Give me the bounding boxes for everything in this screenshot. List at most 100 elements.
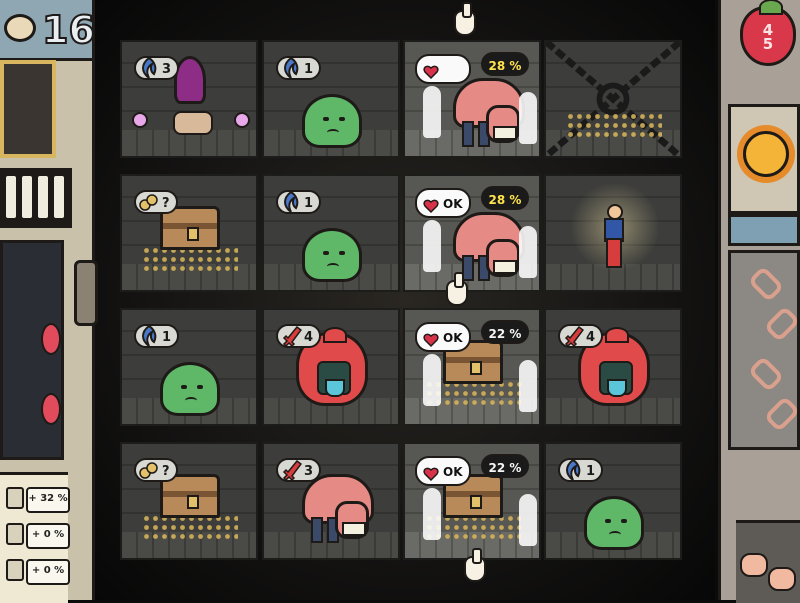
strawberry-health-icon: 4 5 (740, 0, 796, 66)
stat-value: + 0 % (26, 559, 70, 585)
chain-link-icon (747, 355, 785, 393)
side-tab[interactable] (74, 260, 98, 326)
grid-cell-chest[interactable]: ? (120, 174, 258, 292)
health-status: OK (443, 465, 463, 479)
badge-value: 4 (304, 330, 314, 345)
grid-cell-chest[interactable]: OK 22 % (403, 442, 541, 560)
slime-eye (323, 117, 329, 121)
hero-character (604, 204, 624, 268)
slime-mouth (327, 263, 339, 270)
grid-cell-chained[interactable] (544, 40, 682, 158)
teeth-decoration (0, 168, 72, 228)
slime-eye (339, 117, 345, 121)
slime-monster (160, 362, 220, 416)
hero-legs (606, 238, 622, 268)
spirit-glow (423, 86, 441, 138)
slime-monster (302, 94, 362, 148)
grid-cell-slime[interactable]: 1 (262, 174, 400, 292)
tooth-icon (36, 174, 50, 220)
chest-lock (470, 495, 482, 509)
health-status: OK (443, 331, 463, 345)
sun-icon (743, 131, 789, 177)
dog-monster (302, 474, 374, 543)
heart-icon (423, 330, 439, 348)
grid-cell-slime[interactable]: 1 (262, 40, 400, 158)
red-eye-icon (41, 323, 61, 355)
pointer-hand-icon (464, 548, 486, 582)
stat-badge: 4 (276, 324, 322, 348)
grid-cell-chest[interactable]: ? (120, 442, 258, 560)
dog-monster (453, 212, 525, 281)
grid-cell-tomato[interactable]: 4 (262, 308, 400, 426)
chest-lock (187, 495, 199, 509)
success-chance: 22 % (481, 320, 529, 344)
coins-icon (138, 190, 160, 214)
grid-cell-dog[interactable]: 3 (262, 442, 400, 560)
pointer-hand-icon (454, 2, 476, 36)
success-chance: 22 % (481, 454, 529, 478)
spirit-glow (519, 494, 537, 546)
side-monster-portrait (0, 240, 64, 460)
feet-decoration (736, 520, 800, 603)
gold-pile (142, 514, 238, 542)
coins-icon (138, 458, 160, 482)
chain-link-icon (747, 265, 785, 303)
stat-badge: ? (134, 190, 178, 214)
grid-cell-slime[interactable]: 1 (120, 308, 258, 426)
stat-value: + 0 % (26, 523, 70, 549)
health-max: 5 (762, 35, 774, 53)
purple-ghost-monster (173, 56, 213, 135)
dog-head (335, 501, 369, 539)
health-status-bubble (415, 54, 471, 84)
stat-badge: 1 (276, 190, 322, 214)
chest-lock (470, 361, 482, 375)
health-status-bubble: OK (415, 456, 471, 486)
grid-cell-slime[interactable]: 1 (544, 442, 682, 560)
grid-cell-chest[interactable]: OK 22 % (403, 308, 541, 426)
stat-badge: 3 (276, 458, 322, 482)
grid-cell-hero[interactable] (544, 174, 682, 292)
ghost-legs (173, 111, 213, 135)
badge-value: 3 (304, 464, 314, 479)
slime-eye (323, 251, 329, 255)
stat-badge: ? (134, 458, 178, 482)
grid-cell-dog[interactable]: 28 % (403, 40, 541, 158)
heart-icon (423, 196, 439, 214)
badge-value: 1 (586, 464, 596, 479)
grid-cell-ghost-creature[interactable]: 3 (120, 40, 258, 158)
tomato-stem (605, 327, 629, 343)
tomato-tongue (607, 379, 627, 397)
spirit-glow (519, 360, 537, 412)
level-number: 16 (41, 7, 96, 53)
slime-mouth (185, 397, 197, 404)
health-status-bubble: OK (415, 322, 471, 352)
gold-pile (566, 112, 662, 140)
dog-leg (462, 121, 474, 147)
slime-eye (339, 251, 345, 255)
eye-icon (4, 14, 36, 42)
chain-link-icon (763, 395, 800, 433)
chain-frame (728, 250, 800, 450)
slime-monster (302, 228, 362, 282)
dog-monster (453, 78, 525, 147)
mana-icon (280, 56, 302, 80)
tooth-icon (20, 174, 34, 220)
badge-value: 3 (162, 62, 172, 77)
stat-badge: 4 (558, 324, 604, 348)
stat-icon (6, 523, 24, 545)
mana-icon (138, 56, 160, 80)
heart-icon (423, 464, 439, 482)
orb-icon (234, 112, 250, 128)
health-status-bubble: OK (415, 188, 471, 218)
badge-value: 1 (162, 330, 172, 345)
badge-value: 1 (304, 62, 314, 77)
mana-icon (280, 190, 302, 214)
badge-value: 4 (586, 330, 596, 345)
slime-monster (584, 496, 644, 550)
red-eye-icon (41, 393, 61, 425)
grid-cell-tomato[interactable]: 4 (544, 308, 682, 426)
mana-icon (562, 458, 584, 482)
stats-box: + 32 % + 0 % + 0 % (0, 472, 70, 603)
success-chance: 28 % (481, 186, 529, 210)
grid-cell-dog[interactable]: OK 28 % (403, 174, 541, 292)
